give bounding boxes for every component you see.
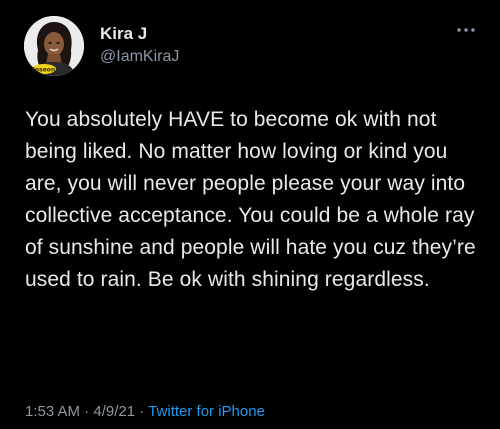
more-options-icon[interactable] [454, 22, 478, 38]
tweet-date[interactable]: 4/9/21 [93, 403, 135, 420]
author-block: Kira J @IamKiraJ [100, 24, 179, 68]
avatar-image: Joseon [24, 16, 84, 76]
meta-separator: · [139, 403, 145, 420]
author-display-name[interactable]: Kira J [100, 24, 179, 44]
author-handle[interactable]: @IamKiraJ [100, 46, 179, 68]
meta-separator: · [84, 403, 90, 420]
tweet-source-link[interactable]: Twitter for iPhone [148, 403, 265, 420]
avatar[interactable]: Joseon [24, 16, 84, 76]
tweet-time[interactable]: 1:53 AM [25, 403, 80, 420]
tweet-text: You absolutely HAVE to become ok with no… [25, 108, 476, 291]
avatar-badge-label: Joseon [32, 67, 55, 74]
tweet-card: Joseon Kira J @IamKiraJ You absolutely H… [0, 0, 500, 429]
tweet-meta: 1:53 AM · 4/9/21 · Twitter for iPhone [25, 402, 265, 422]
